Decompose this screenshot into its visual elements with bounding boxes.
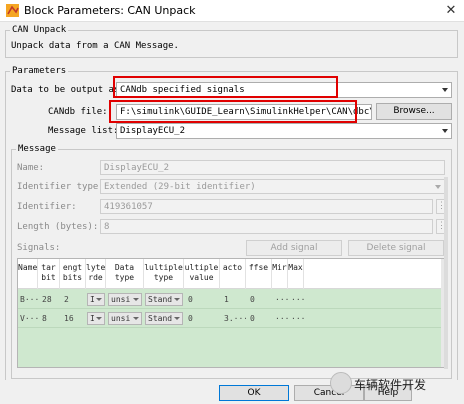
length-input: 8 (100, 219, 433, 234)
candb-file-highlight (109, 100, 357, 123)
col-min-header: Mir (272, 259, 288, 289)
identifier-type-label: Identifier type: (17, 182, 104, 192)
col-header-top: lultiple (144, 263, 183, 272)
simulink-app-icon (6, 4, 19, 17)
cell-start-bit[interactable]: 28 (40, 290, 60, 309)
col-header-top: Data (114, 263, 135, 272)
signals-label: Signals: (17, 243, 61, 253)
col-header-top: acto (222, 263, 243, 272)
col-byte-order-header: lyte rde (86, 259, 106, 289)
block-group-title: CAN Unpack (10, 25, 69, 35)
cell-multiplex-type[interactable]: Stand (145, 293, 183, 306)
message-list-select[interactable]: DisplayECU_2 (116, 123, 452, 139)
col-header-bottom: rde (88, 273, 103, 282)
cell-multiplex-value[interactable]: 0 (186, 290, 218, 309)
browse-button[interactable]: Browse... (376, 103, 452, 120)
col-name-header: Name (18, 259, 38, 289)
ok-button[interactable]: OK (219, 385, 289, 401)
cell-offset[interactable]: 0 (248, 290, 272, 309)
window-title: Block Parameters: CAN Unpack (24, 4, 196, 17)
message-list-value: DisplayECU_2 (120, 126, 186, 136)
col-max-header: Max (288, 259, 304, 289)
candb-file-label: CANdb file: (48, 107, 108, 117)
table-row[interactable]: B··· 28 2 I unsi Stand 0 1 0 ··· ··· (18, 290, 445, 309)
cell-data-type[interactable]: unsi (108, 312, 142, 325)
col-multiplex-type-header: lultiple type (144, 259, 184, 289)
dialog-vertical-scrollbar[interactable] (444, 177, 448, 369)
length-label: Length (bytes): (17, 222, 99, 232)
signals-table[interactable]: Name tar bit engt bits lyte rde Data type lu… (17, 258, 446, 368)
identifier-value: 419361057 (104, 202, 153, 212)
col-header-bottom: bits (62, 273, 83, 282)
identifier-type-select: Extended (29-bit identifier) (100, 179, 445, 194)
col-header-top: lyte (86, 263, 106, 272)
data-output-highlight (113, 76, 338, 98)
delete-signal-button: Delete signal (348, 240, 444, 256)
col-header-top: Max (288, 263, 303, 272)
cell-byte-order[interactable]: I (87, 312, 105, 325)
cell-min[interactable]: ··· (273, 290, 288, 309)
cell-length[interactable]: 2 (62, 290, 84, 309)
message-name-label: Name: (17, 163, 45, 173)
cell-max[interactable]: ··· (289, 290, 304, 309)
message-name-input: DisplayECU_2 (100, 160, 445, 175)
col-start-bit-header: tar bit (38, 259, 60, 289)
cell-data-type[interactable]: unsi (108, 293, 142, 306)
col-factor-header: acto (220, 259, 246, 289)
col-header-top: tar (41, 263, 56, 272)
col-header-top: engt (62, 263, 83, 272)
cell-multiplex-type[interactable]: Stand (145, 312, 183, 325)
col-header-top: ultiple (184, 263, 219, 272)
cell-length[interactable]: 16 (62, 309, 84, 328)
cell-name[interactable]: V··· (18, 309, 38, 328)
cell-max[interactable]: ··· (289, 309, 304, 328)
table-row[interactable]: V··· 8 16 I unsi Stand 0 3.··· 0 ··· ··· (18, 309, 445, 328)
col-header-top: Name (18, 263, 38, 272)
col-header-bottom: type (114, 273, 135, 282)
block-description: Unpack data from a CAN Message. (11, 41, 179, 51)
watermark-text: 车辆软件开发 (354, 378, 427, 392)
cell-byte-order[interactable]: I (87, 293, 105, 306)
cell-offset[interactable]: 0 (248, 309, 272, 328)
watermark-logo-icon (330, 372, 352, 394)
cell-name[interactable]: B··· (18, 290, 38, 309)
length-value: 8 (104, 222, 110, 232)
cell-min[interactable]: ··· (273, 309, 288, 328)
identifier-label: Identifier: (17, 202, 77, 212)
col-multiplex-value-header: ultiple value (184, 259, 220, 289)
data-output-label: Data to be output as: (11, 85, 125, 95)
identifier-input: 419361057 (100, 199, 433, 214)
message-group-title: Message (16, 144, 58, 154)
message-list-label: Message list: (48, 126, 119, 136)
col-header-bottom: value (189, 273, 214, 282)
add-signal-button: Add signal (246, 240, 342, 256)
cell-start-bit[interactable]: 8 (40, 309, 60, 328)
parameters-group-title: Parameters (10, 66, 69, 76)
cell-factor[interactable]: 3.··· (222, 309, 246, 328)
col-offset-header: ffse (246, 259, 272, 289)
cell-factor[interactable]: 1 (222, 290, 246, 309)
close-button[interactable]: ✕ (440, 1, 462, 21)
signals-table-header: Name tar bit engt bits lyte rde Data type lu… (18, 259, 445, 289)
message-name-value: DisplayECU_2 (104, 163, 170, 173)
col-header-bottom: bit (41, 273, 56, 282)
col-data-type-header: Data type (106, 259, 144, 289)
col-length-bits-header: engt bits (60, 259, 86, 289)
identifier-type-value: Extended (29-bit identifier) (104, 182, 256, 192)
cell-multiplex-value[interactable]: 0 (186, 309, 218, 328)
col-header-top: ffse (248, 263, 269, 272)
col-header-bottom: type (153, 273, 174, 282)
col-header-top: Mir (272, 263, 287, 272)
